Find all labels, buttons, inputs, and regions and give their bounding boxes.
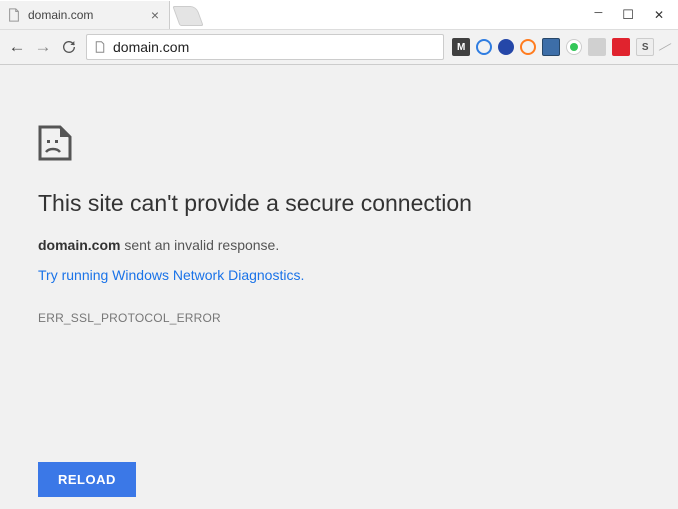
new-tab-button[interactable] (172, 6, 203, 26)
extension-icon[interactable]: M (452, 38, 470, 56)
browser-tab[interactable]: domain.com × (0, 1, 170, 29)
extension-icon[interactable] (476, 39, 492, 55)
file-icon (93, 40, 107, 54)
close-window-icon[interactable] (654, 8, 664, 22)
error-host: domain.com (38, 237, 120, 253)
address-bar[interactable] (86, 34, 444, 60)
diagnostics-link[interactable]: Try running Windows Network Diagnostics. (38, 267, 678, 283)
extension-icon[interactable] (566, 39, 582, 55)
extension-icon[interactable] (542, 38, 560, 56)
extension-icon[interactable] (520, 39, 536, 55)
chevron-icon[interactable]: ⟋ (658, 37, 673, 56)
sad-page-icon (38, 125, 678, 166)
maximize-icon[interactable] (622, 7, 634, 23)
error-host-suffix: sent an invalid response. (120, 237, 279, 253)
extension-icon[interactable] (588, 38, 606, 56)
toolbar: ← → M S ⟋ (0, 29, 678, 65)
titlebar: domain.com × (0, 0, 678, 29)
error-heading: This site can't provide a secure connect… (38, 190, 678, 217)
error-message: domain.com sent an invalid response. (38, 237, 678, 253)
close-tab-icon[interactable]: × (149, 7, 161, 23)
extension-icon[interactable] (498, 39, 514, 55)
error-code: ERR_SSL_PROTOCOL_ERROR (38, 311, 678, 325)
reload-page-button[interactable]: RELOAD (38, 462, 136, 497)
url-input[interactable] (113, 39, 437, 55)
error-page: This site can't provide a secure connect… (0, 65, 678, 325)
reload-button[interactable] (60, 39, 78, 55)
extension-icon[interactable]: S (636, 38, 654, 56)
extension-row: M S ⟋ (452, 38, 670, 56)
extension-icon[interactable] (612, 38, 630, 56)
minimize-icon[interactable] (594, 9, 602, 21)
window-controls (594, 0, 678, 29)
back-button[interactable]: ← (8, 37, 26, 57)
forward-button[interactable]: → (34, 37, 52, 57)
tab-title: domain.com (28, 8, 143, 22)
file-icon (6, 7, 22, 23)
